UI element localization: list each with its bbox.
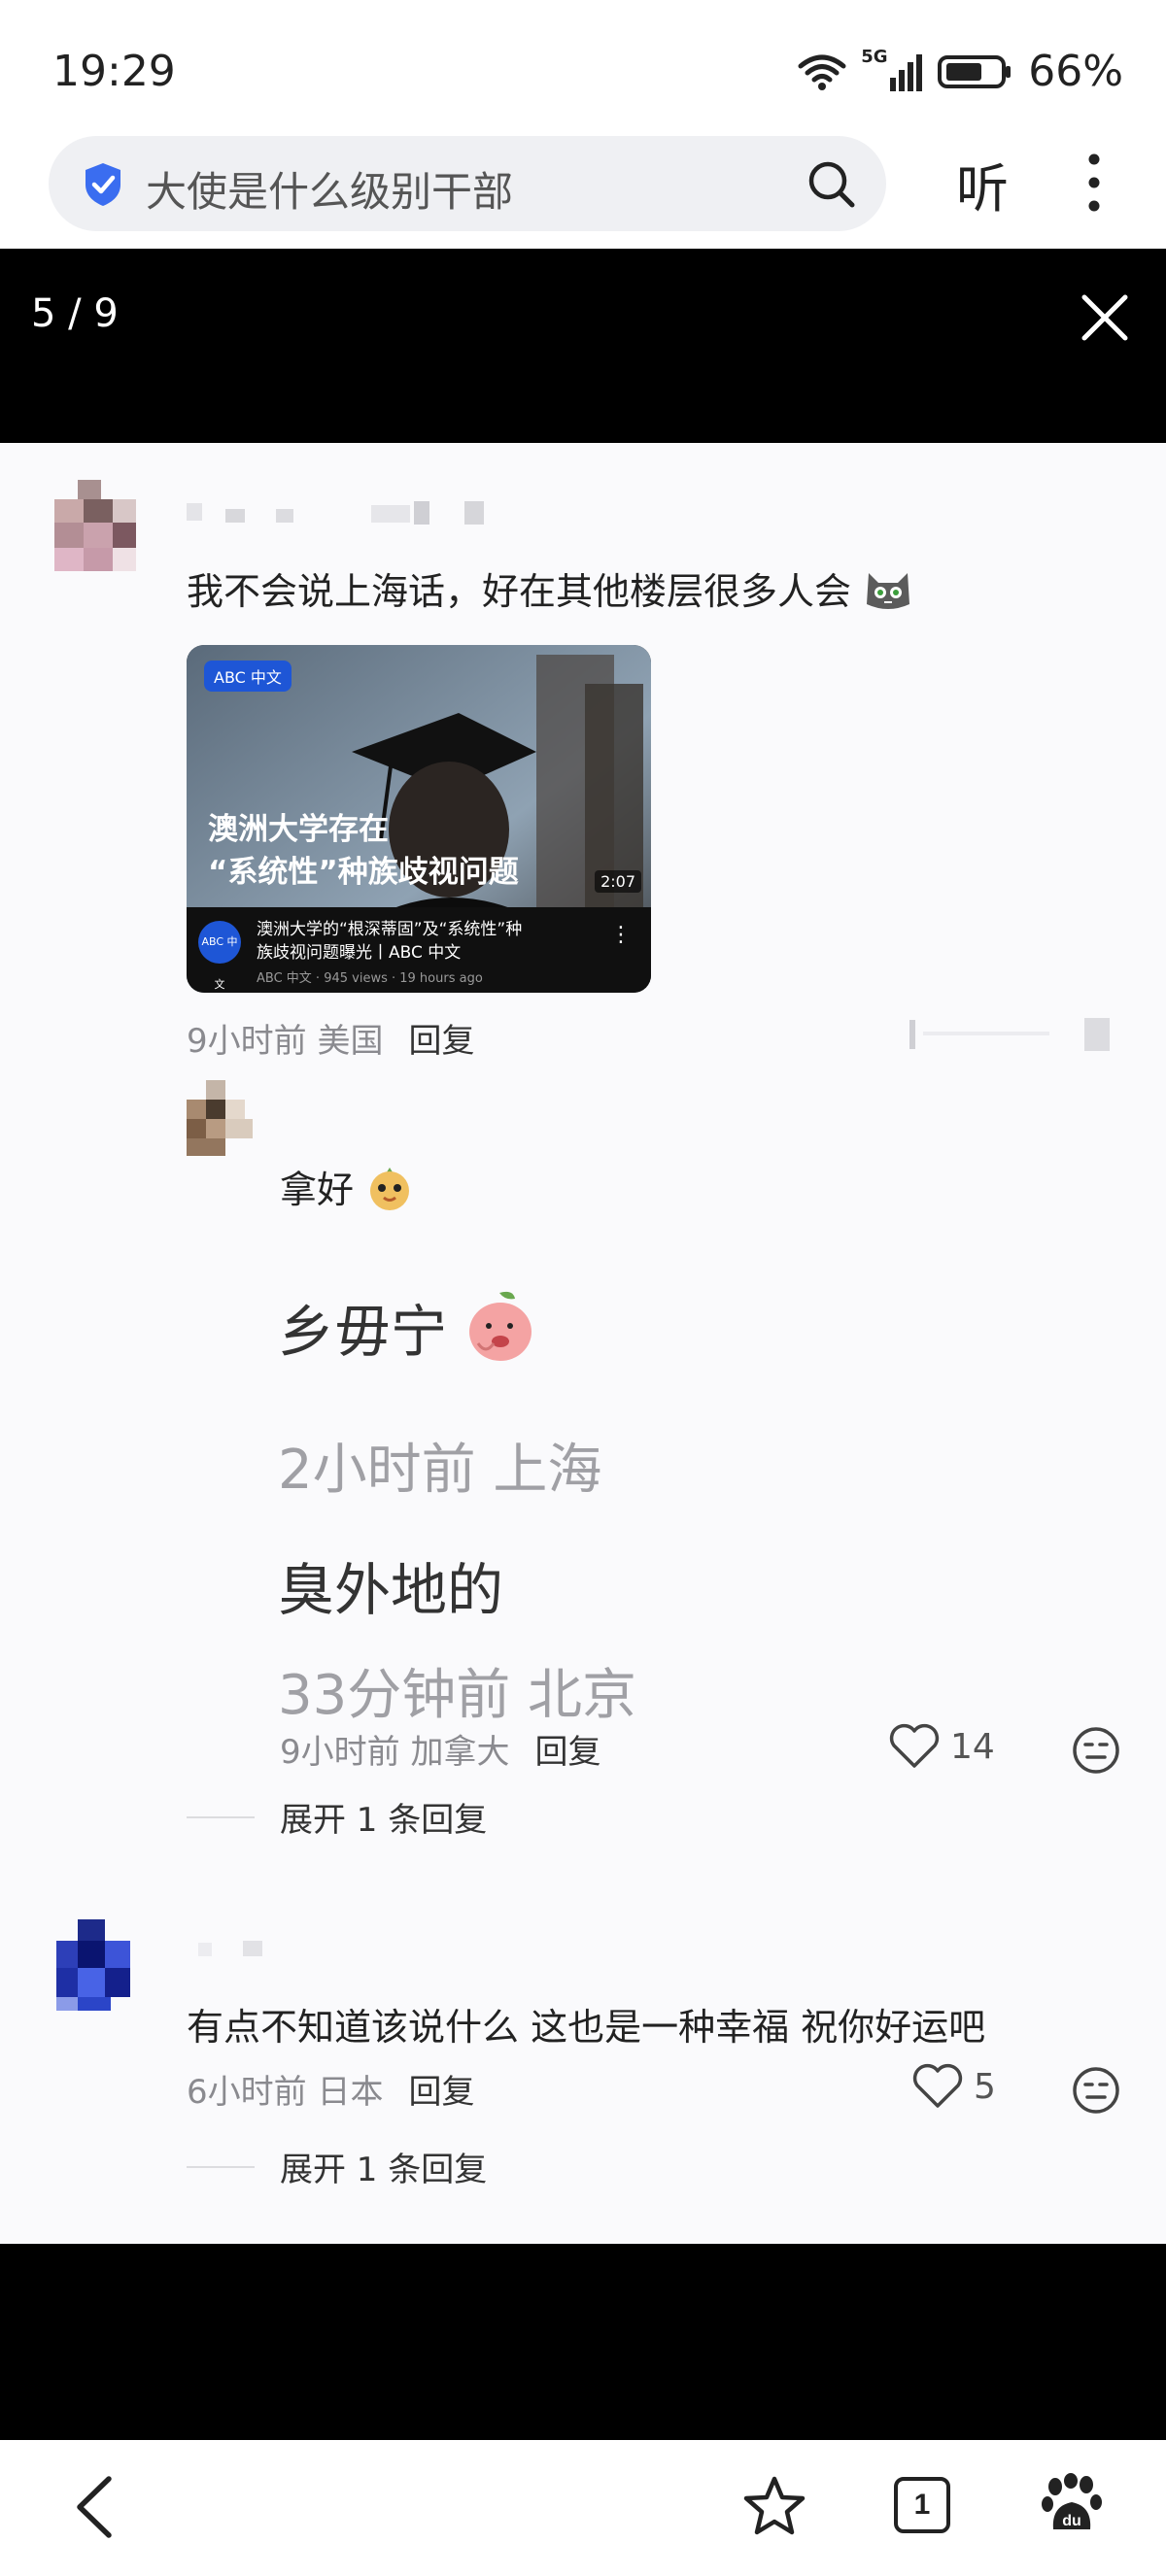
expand-divider <box>187 2166 255 2168</box>
shield-icon <box>86 163 120 206</box>
battery-level: 66% <box>1028 47 1123 96</box>
expand-divider <box>187 1816 255 1818</box>
bottom-navigation: 1 du <box>0 2440 1166 2576</box>
heart-icon <box>889 1723 940 1768</box>
emoji-reaction-icon[interactable] <box>1071 1725 1121 1776</box>
comment-time-location: 9小时前 美国 <box>187 1022 384 1061</box>
avatar <box>39 1919 152 2032</box>
expand-replies-button[interactable]: 展开 1 条回复 <box>280 1793 487 1841</box>
comment-meta: 9小时前 加拿大 回复 <box>280 1725 600 1773</box>
video-title-line1: 澳洲大学存在 <box>208 812 389 847</box>
channel-logo: ABC 中文 <box>198 921 241 991</box>
video-caption-line2: 族歧视问题曝光丨ABC 中文 <box>257 943 462 963</box>
peach-emoji-icon <box>469 1291 532 1361</box>
search-query: 大使是什么级别干部 <box>146 168 514 216</box>
comment-text-content: 我不会说上海话，好在其他楼层很多人会 <box>187 570 852 613</box>
more-menu-icon[interactable] <box>1084 153 1104 212</box>
tab-count: 1 <box>894 2477 950 2533</box>
wifi-icon <box>798 54 846 90</box>
reply-button[interactable]: 回复 <box>534 1733 600 1772</box>
network-type: 5G <box>861 46 888 67</box>
comment-text: 有点不知道该说什么 这也是一种幸福 祝你好运吧 <box>187 2006 986 2049</box>
search-input[interactable]: 大使是什么级别干部 <box>49 136 886 231</box>
back-icon[interactable] <box>70 2473 119 2541</box>
comment-time-location: 9小时前 加拿大 <box>280 1733 510 1772</box>
quoted-comment-meta: 2小时前 上海 <box>278 1439 602 1502</box>
video-menu-icon[interactable]: ⋮ <box>610 923 632 947</box>
cellular-signal-icon: 5G <box>861 47 923 93</box>
comment-meta: 6小时前 日本 回复 <box>187 2065 474 2113</box>
comment-meta: 9小时前 美国 回复 <box>187 1014 474 1062</box>
baidu-paw-icon[interactable]: du <box>1042 2473 1102 2535</box>
video-caption-line1: 澳洲大学的“根深蒂固”及“系统性”种 <box>257 920 523 939</box>
image-viewer-topbar: 5 / 9 <box>0 249 1166 443</box>
masked-username <box>187 501 497 525</box>
like-count: 5 <box>974 2066 996 2107</box>
status-time: 19:29 <box>52 47 176 96</box>
comment-time-location: 6小时前 日本 <box>187 2073 384 2112</box>
image-counter: 5 / 9 <box>31 291 119 336</box>
expand-replies-button[interactable]: 展开 1 条回复 <box>280 2143 487 2190</box>
masked-username <box>198 1937 276 1960</box>
heart-icon <box>912 2063 963 2108</box>
battery-icon <box>938 54 1012 88</box>
comment-text: 拿好 <box>280 1160 414 1213</box>
like-button[interactable]: 5 <box>911 2063 996 2110</box>
creature-emoji-icon <box>370 1168 410 1210</box>
like-count: 14 <box>950 1726 995 1767</box>
tabs-button[interactable]: 1 <box>894 2477 950 2533</box>
image-viewer-bottombar <box>0 2244 1166 2440</box>
listen-button[interactable]: 听 <box>956 146 1009 222</box>
quoted-comment-text: 臭外地的 <box>278 1557 504 1623</box>
emoji-reaction-icon[interactable] <box>1071 2065 1121 2116</box>
like-button[interactable]: 14 <box>888 1723 995 1770</box>
comment-screenshot[interactable]: 我不会说上海话，好在其他楼层很多人会 ABC 中文 澳洲大学存在 “系统性”种族… <box>0 443 1166 2244</box>
video-thumbnail[interactable]: ABC 中文 澳洲大学存在 “系统性”种族歧视问题 2:07 ABC 中文 澳洲… <box>187 645 651 993</box>
avatar <box>187 1080 262 1156</box>
comment-text: 我不会说上海话，好在其他楼层很多人会 <box>187 561 913 615</box>
video-info-bar: ABC 中文 澳洲大学的“根深蒂固”及“系统性”种 族歧视问题曝光丨ABC 中文… <box>187 907 651 993</box>
browser-header: 19:29 5G 66% 大使是什么级别干部 听 <box>0 0 1166 249</box>
quoted-comment-meta: 33分钟前 北京 <box>278 1664 637 1727</box>
comment-text-content: 拿好 <box>280 1169 355 1211</box>
reply-button[interactable]: 回复 <box>408 2073 474 2112</box>
quoted-text-content: 乡毋宁 <box>278 1299 448 1365</box>
reply-button[interactable]: 回复 <box>408 1022 474 1061</box>
abc-badge: ABC 中文 <box>204 661 292 692</box>
masked-like-area <box>904 1016 1117 1055</box>
video-duration: 2:07 <box>595 870 641 893</box>
close-icon[interactable] <box>1080 293 1129 342</box>
star-icon[interactable] <box>742 2475 806 2537</box>
status-icons: 5G 66% <box>797 47 1123 96</box>
quoted-comment-text: 乡毋宁 <box>278 1286 536 1368</box>
avatar <box>39 480 152 593</box>
cat-emoji-icon <box>867 573 910 609</box>
video-title-line2: “系统性”种族歧视问题 <box>208 855 519 890</box>
svg-text:du: du <box>1062 2513 1081 2529</box>
search-icon[interactable] <box>806 159 857 210</box>
video-stats: ABC 中文 · 945 views · 19 hours ago <box>257 971 483 986</box>
